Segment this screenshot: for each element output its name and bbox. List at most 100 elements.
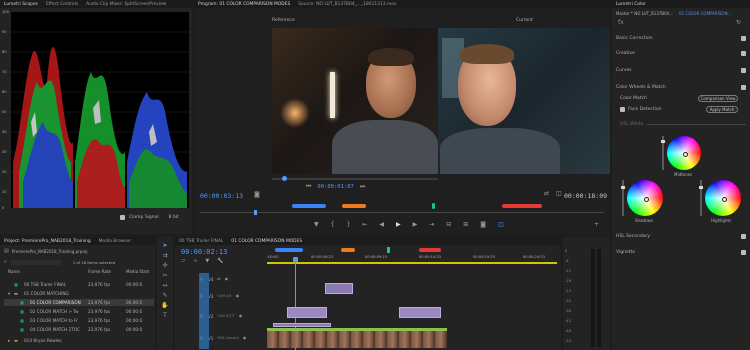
work-area-bar[interactable] [267, 262, 557, 264]
tab-project[interactable]: Project: PremierePro_NAB2018_Training [4, 239, 91, 244]
sync-icon[interactable]: ⇄ [217, 276, 220, 282]
mark-in-icon[interactable]: ▼ [314, 222, 319, 228]
search-icon[interactable]: ⌕ [4, 259, 7, 265]
tab-audio-clip-mixer[interactable]: Audio Clip Mixer: SplitScreenPreview [86, 2, 166, 7]
play-icon[interactable]: ▶ [396, 222, 401, 228]
pen-tool-icon[interactable]: ✎ [162, 293, 167, 299]
mark-out-icon[interactable]: { [331, 222, 335, 228]
type-tool-icon[interactable]: T [163, 313, 167, 319]
column-media-start[interactable]: Media Start [126, 269, 149, 274]
tab-source-monitor[interactable]: Source: NO LUT_B137B04_..._18011313.mov [298, 2, 396, 7]
column-frame-rate[interactable]: Frame Rate [88, 269, 111, 274]
reset-icon[interactable]: ↻ [736, 20, 741, 26]
step-forward-icon[interactable]: ⏭ [360, 184, 365, 190]
reference-position-track[interactable] [272, 176, 438, 181]
video-clip-v1[interactable] [267, 328, 447, 348]
section-enable-checkbox[interactable] [741, 249, 746, 255]
section-enable-checkbox[interactable] [741, 233, 746, 239]
video-clip-v2-a[interactable] [287, 307, 327, 318]
marker-green[interactable] [432, 203, 435, 209]
step-forward-frame-icon[interactable]: ▶ [413, 222, 418, 228]
project-bin[interactable]: ▾ ▬ 01 COLOR MATCHING [4, 290, 154, 297]
sequence-clip-select[interactable]: 01 COLOR COMPARISON... [679, 11, 731, 16]
midtones-wheel[interactable] [667, 136, 701, 170]
project-search-input[interactable] [10, 259, 61, 265]
snap-icon[interactable]: ⊃ [181, 258, 185, 264]
section-vignette[interactable]: Vignette [616, 248, 746, 256]
section-enable-checkbox[interactable] [741, 84, 746, 90]
go-to-out-icon[interactable]: ⇥ [429, 222, 434, 228]
comparison-view-button[interactable]: Comparison View [698, 95, 738, 102]
shadows-slider-knob[interactable] [621, 186, 625, 189]
razor-tool-icon[interactable]: ✂ [162, 273, 167, 279]
project-item-selected[interactable]: ▦ 01 COLOR COMPARISON 23,976 fps 00:00:0 [4, 299, 154, 306]
disclosure-icon[interactable]: ▾ [8, 291, 10, 296]
video-clip-v3[interactable] [325, 283, 353, 294]
camera-icon[interactable]: ◙ [254, 192, 260, 198]
eye-icon[interactable]: ◉ [225, 276, 229, 282]
master-clip-select[interactable]: Master * NO LUT_B137B04... [616, 11, 673, 16]
program-mini-timeline[interactable] [200, 203, 604, 212]
shadows-slider[interactable] [621, 180, 625, 216]
face-detection-checkbox[interactable] [620, 107, 625, 112]
shadows-wheel[interactable] [627, 180, 663, 216]
project-item[interactable]: ▦ 00 TSB Trailer FINAL 23,976 fps 00:00:… [4, 281, 154, 288]
track-header-v3[interactable]: 🔒 V3 CAM A/S ◉ [177, 287, 265, 305]
midtones-slider-knob[interactable] [661, 140, 665, 143]
go-to-in-icon[interactable]: } [346, 222, 350, 228]
clamp-signal-checkbox[interactable] [120, 214, 125, 220]
section-hsl-secondary[interactable]: HSL Secondary [616, 232, 746, 240]
eye-icon[interactable]: ◉ [243, 335, 247, 341]
add-button-icon[interactable]: + [594, 222, 599, 228]
marker-orange[interactable] [342, 204, 366, 208]
add-marker-icon[interactable]: ▼ [205, 258, 209, 264]
slip-tool-icon[interactable]: ↔ [162, 283, 167, 289]
tab-program-monitor[interactable]: Program: 01 COLOR COMPARISON MODES [198, 2, 290, 7]
timeline-ruler[interactable]: :00:00 00:00:04:23 00:00:09:23 00:00:14:… [267, 247, 557, 266]
tab-media-browser[interactable]: Media Browser [99, 239, 131, 244]
video-clip-v2-b[interactable] [399, 307, 441, 318]
section-enable-checkbox[interactable] [741, 67, 746, 73]
swap-icon[interactable]: ⇄ [544, 191, 549, 197]
marker-blue[interactable] [275, 248, 303, 252]
playhead-handle[interactable] [293, 257, 298, 262]
track-header-v1[interactable]: 🔒 V1 RED Camera ◉ [177, 327, 265, 349]
program-timecode[interactable]: 00:00:03:13 [200, 192, 243, 200]
reference-timecode[interactable]: 00:00:01:07 [317, 184, 353, 190]
section-enable-checkbox[interactable] [741, 35, 746, 41]
track-header-v2[interactable]: 🔒 V2 CAM A/T/T ◉ [177, 307, 265, 325]
section-curves[interactable]: Curves [616, 66, 746, 74]
video-clip-v2-thin[interactable] [273, 323, 331, 327]
lift-icon[interactable]: ⊟ [446, 222, 451, 228]
ripple-edit-tool-icon[interactable]: ✣ [162, 263, 167, 269]
project-item[interactable]: ▦ 04 COLOR MATCH 2TOC 23,976 fps 00:00:0 [4, 326, 154, 333]
highlights-slider-knob[interactable] [699, 186, 703, 189]
section-creative[interactable]: Creative [616, 49, 746, 57]
project-item[interactable]: ▦ 03 COLOR MATCH to Fr 23,976 fps 00:00:… [4, 317, 154, 324]
timeline-timecode[interactable]: 00:00:02:13 [181, 248, 227, 256]
eye-icon[interactable]: ◉ [236, 293, 240, 299]
eye-icon[interactable]: ◉ [239, 313, 243, 319]
marker-green[interactable] [387, 247, 390, 253]
step-back-icon[interactable]: ⏮ [306, 184, 311, 190]
section-color-wheels-match[interactable]: Color Wheels & Match [616, 83, 746, 91]
program-playhead[interactable] [254, 210, 257, 215]
marker-orange[interactable] [341, 248, 355, 252]
export-frame-icon[interactable]: ◙ [480, 222, 486, 228]
fx-badge-icon[interactable]: fx [618, 20, 624, 26]
section-basic-correction[interactable]: Basic Correction [616, 34, 746, 42]
section-enable-checkbox[interactable] [741, 50, 746, 56]
tab-effect-controls[interactable]: Effect Controls [46, 2, 78, 7]
source-patch-v1[interactable] [199, 273, 209, 349]
marker-blue[interactable] [292, 204, 326, 208]
marker-red[interactable] [502, 204, 542, 208]
timeline-settings-icon[interactable]: 🔧 [217, 258, 223, 264]
extract-icon[interactable]: ⊞ [463, 222, 468, 228]
bit-depth-select[interactable]: 8 bit [169, 215, 179, 220]
apply-match-button[interactable]: Apply Match [706, 106, 738, 113]
column-name[interactable]: Name [8, 269, 20, 274]
tab-lumetri-color[interactable]: Lumetri Color [616, 2, 646, 7]
track-select-tool-icon[interactable]: ⇉ [162, 253, 167, 259]
highlights-slider[interactable] [699, 180, 703, 216]
reference-playhead[interactable] [282, 176, 287, 181]
